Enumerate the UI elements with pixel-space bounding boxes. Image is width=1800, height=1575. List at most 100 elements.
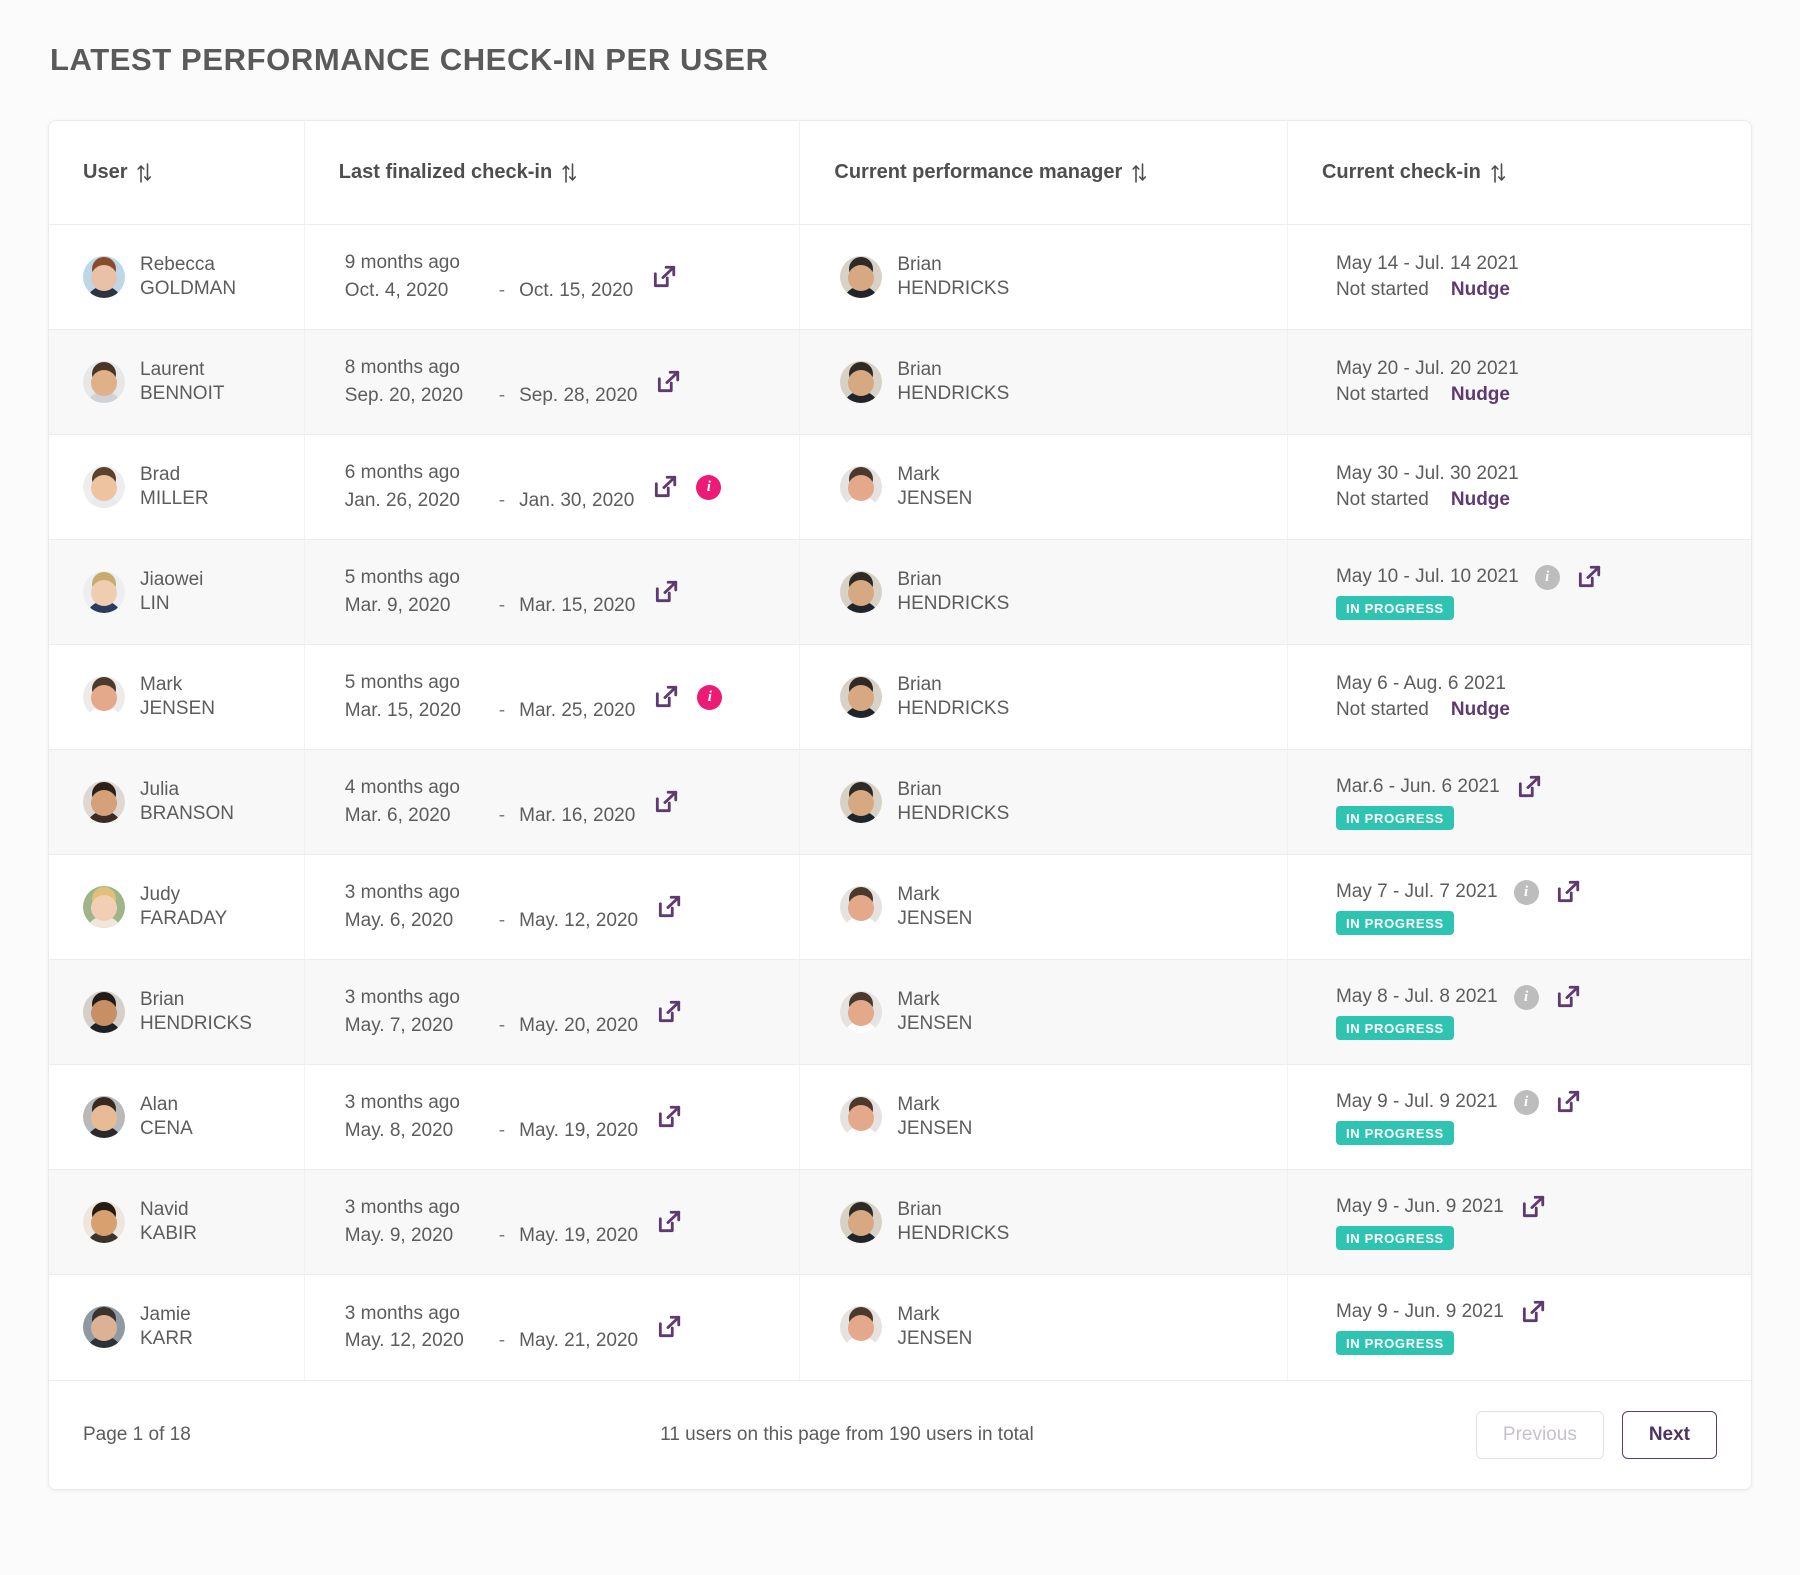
avatar — [840, 1201, 882, 1243]
manager-last-name: HENDRICKS — [897, 697, 1009, 721]
sort-arrows-icon[interactable] — [1491, 162, 1506, 184]
user-last-name: BRANSON — [140, 802, 234, 826]
info-icon[interactable]: i — [696, 475, 721, 500]
cell-current-checkin: May 20 - Jul. 20 2021Not startedNudge — [1287, 330, 1751, 435]
info-icon[interactable]: i — [1514, 985, 1539, 1010]
nudge-link[interactable]: Nudge — [1451, 489, 1510, 511]
status-badge: IN PROGRESS — [1336, 1226, 1454, 1250]
nudge-link[interactable]: Nudge — [1451, 699, 1510, 721]
external-link-icon[interactable] — [656, 1104, 682, 1130]
info-icon[interactable]: i — [1514, 880, 1539, 905]
table-row[interactable]: NavidKABIR3 months agoMay. 9, 2020-May. … — [49, 1170, 1751, 1275]
external-link-icon[interactable] — [1576, 564, 1602, 590]
cell-current-performance-manager: BrianHENDRICKS — [800, 330, 1288, 435]
current-checkin-dates: May 9 - Jun. 9 2021 — [1336, 1301, 1504, 1323]
manager-last-name: HENDRICKS — [897, 1222, 1009, 1246]
column-header-label: Last finalized check-in — [339, 161, 552, 184]
info-icon[interactable]: i — [1514, 1090, 1539, 1115]
table-row[interactable]: JudyFARADAY3 months agoMay. 6, 2020-May.… — [49, 855, 1751, 960]
external-link-icon[interactable] — [655, 369, 681, 395]
last-checkin-actions — [651, 264, 677, 290]
column-header-last-finalized-checkin[interactable]: Last finalized check-in — [304, 121, 800, 225]
user-name: JiaoweiLIN — [140, 568, 203, 617]
current-checkin-header: May 6 - Aug. 6 2021 — [1336, 673, 1739, 695]
nudge-link[interactable]: Nudge — [1451, 279, 1510, 301]
external-link-icon[interactable] — [653, 684, 679, 710]
next-page-button[interactable]: Next — [1622, 1411, 1717, 1459]
date-range: Mar. 15, 2020-Mar. 25, 2020 — [345, 697, 636, 725]
info-icon[interactable]: i — [1535, 565, 1560, 590]
external-link-icon[interactable] — [653, 579, 679, 605]
column-header-current-performance-manager[interactable]: Current performance manager — [800, 121, 1288, 225]
status-badge: IN PROGRESS — [1336, 1331, 1454, 1355]
cell-current-performance-manager: BrianHENDRICKS — [800, 1170, 1288, 1275]
external-link-icon[interactable] — [656, 894, 682, 920]
table-row[interactable]: MarkJENSEN5 months agoMar. 15, 2020-Mar.… — [49, 645, 1751, 750]
manager-name: BrianHENDRICKS — [897, 568, 1009, 617]
date-separator: - — [485, 1117, 519, 1145]
previous-page-button[interactable]: Previous — [1476, 1411, 1604, 1459]
table-row[interactable]: BrianHENDRICKS 3 months agoMay. 7, 2020-M… — [49, 960, 1751, 1065]
manager-last-name: HENDRICKS — [897, 382, 1009, 406]
table-row[interactable]: RebeccaGOLDMAN9 months agoOct. 4, 2020-O… — [49, 225, 1751, 330]
cell-current-performance-manager: BrianHENDRICKS — [800, 225, 1288, 330]
external-link-icon[interactable] — [1555, 1089, 1581, 1115]
external-link-icon[interactable] — [1555, 879, 1581, 905]
external-link-icon[interactable] — [656, 1314, 682, 1340]
external-link-icon[interactable] — [1520, 1194, 1546, 1220]
start-date: Mar. 15, 2020 — [345, 697, 485, 725]
column-header-current-checkin[interactable]: Current check-in — [1287, 121, 1751, 225]
sort-arrows-icon[interactable] — [1132, 162, 1147, 184]
cell-last-finalized-checkin: 5 months agoMar. 15, 2020-Mar. 25, 2020i — [304, 645, 800, 750]
cell-current-checkin: May 7 - Jul. 7 2021iIN PROGRESS — [1287, 855, 1751, 960]
last-checkin-text: 3 months agoMay. 9, 2020-May. 19, 2020 — [345, 1194, 638, 1249]
last-checkin-text: 3 months agoMay. 7, 2020-May. 20, 2020 — [345, 984, 638, 1039]
external-link-icon[interactable] — [656, 1209, 682, 1235]
external-link-icon[interactable] — [653, 789, 679, 815]
user-name: LaurentBENNOIT — [140, 358, 224, 407]
external-link-icon[interactable] — [652, 474, 678, 500]
sort-arrows-icon[interactable] — [137, 162, 152, 184]
date-separator: - — [485, 592, 519, 620]
table-row[interactable]: JiaoweiLIN5 months agoMar. 9, 2020-Mar. … — [49, 540, 1751, 645]
user-last-name: BENNOIT — [140, 382, 224, 406]
last-checkin-actions — [656, 1209, 682, 1235]
cell-user: BrianHENDRICKS — [49, 960, 304, 1065]
cell-current-performance-manager: BrianHENDRICKS — [800, 540, 1288, 645]
manager-first-name: Brian — [897, 253, 1009, 277]
relative-time: 3 months ago — [345, 879, 638, 907]
date-separator: - — [485, 1327, 519, 1355]
column-header-user[interactable]: User — [49, 121, 304, 225]
current-checkin-header: May 30 - Jul. 30 2021 — [1336, 463, 1739, 485]
avatar — [83, 571, 125, 613]
nudge-link[interactable]: Nudge — [1451, 384, 1510, 406]
avatar — [83, 1096, 125, 1138]
external-link-icon[interactable] — [656, 999, 682, 1025]
external-link-icon[interactable] — [651, 264, 677, 290]
last-checkin-actions — [653, 789, 679, 815]
external-link-icon[interactable] — [1555, 984, 1581, 1010]
table-row[interactable]: BradMILLER6 months agoJan. 26, 2020-Jan.… — [49, 435, 1751, 540]
column-header-label: Current check-in — [1322, 161, 1481, 184]
sort-arrows-icon[interactable] — [562, 162, 577, 184]
avatar — [83, 676, 125, 718]
table-row[interactable]: JuliaBRANSON4 months agoMar. 6, 2020-Mar… — [49, 750, 1751, 855]
table-row[interactable]: LaurentBENNOIT8 months agoSep. 20, 2020-… — [49, 330, 1751, 435]
checkin-table: User Last finalized check-in — [49, 121, 1751, 1380]
user-last-name: KARR — [140, 1327, 193, 1351]
external-link-icon[interactable] — [1520, 1299, 1546, 1325]
start-date: Oct. 4, 2020 — [345, 277, 485, 305]
last-checkin-text: 9 months agoOct. 4, 2020-Oct. 15, 2020 — [345, 249, 633, 304]
relative-time: 6 months ago — [345, 459, 634, 487]
status-badge: IN PROGRESS — [1336, 911, 1454, 935]
manager-last-name: JENSEN — [897, 907, 972, 931]
cell-current-checkin: May 8 - Jul. 8 2021iIN PROGRESS — [1287, 960, 1751, 1065]
cell-user: JiaoweiLIN — [49, 540, 304, 645]
table-row[interactable]: AlanCENA3 months agoMay. 8, 2020-May. 19… — [49, 1065, 1751, 1170]
table-row[interactable]: JamieKARR3 months agoMay. 12, 2020-May. … — [49, 1275, 1751, 1380]
cell-user: JudyFARADAY — [49, 855, 304, 960]
page-indicator: Page 1 of 18 — [83, 1424, 338, 1446]
manager-name: MarkJENSEN — [897, 463, 972, 512]
external-link-icon[interactable] — [1516, 774, 1542, 800]
info-icon[interactable]: i — [697, 685, 722, 710]
